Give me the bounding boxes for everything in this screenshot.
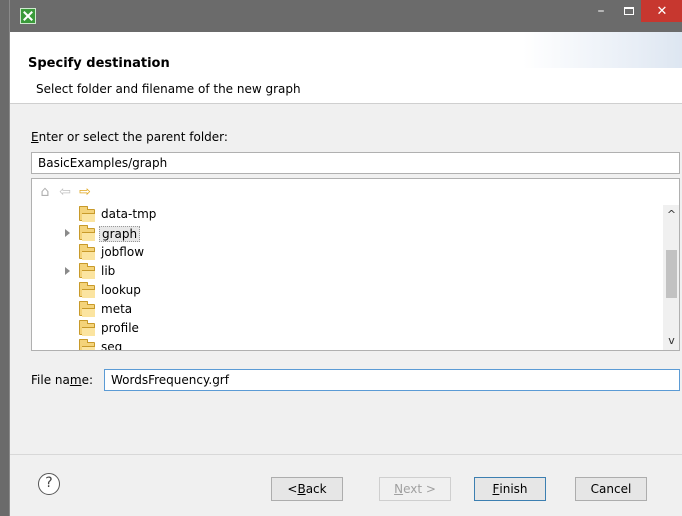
maximize-button[interactable] <box>616 0 642 22</box>
tree-item-label: graph <box>99 226 141 242</box>
tree-item-jobflow[interactable]: jobflow <box>32 243 660 262</box>
wizard-header: Specify destination Select folder and fi… <box>10 32 682 104</box>
back-button-pre: < <box>287 482 298 496</box>
page-title: Specify destination <box>28 56 170 71</box>
tree-item-seq[interactable]: seq <box>32 338 660 351</box>
scroll-thumb[interactable] <box>666 250 677 298</box>
next-button-post: ext > <box>403 482 436 496</box>
tree-list: data-tmp graph jobflow lib lookup meta p… <box>32 205 660 351</box>
parent-folder-label-text: nter or select the parent folder: <box>38 130 228 144</box>
file-name-label-mnemonic: m <box>69 373 82 387</box>
minimize-button[interactable]: – <box>588 0 614 22</box>
finish-button-mnemonic: F <box>492 482 500 496</box>
folder-icon <box>79 206 95 222</box>
folder-icon <box>79 263 95 279</box>
back-button-mnemonic: B <box>297 482 306 496</box>
header-banner-graphic <box>523 32 682 68</box>
folder-icon <box>79 225 95 241</box>
finish-button-post: inish <box>499 482 528 496</box>
back-arrow-icon[interactable]: ⇦ <box>57 184 73 200</box>
tree-item-label: profile <box>101 321 139 335</box>
home-icon[interactable]: ⌂ <box>37 184 53 200</box>
folder-tree[interactable]: ⌂ ⇦ ⇨ data-tmp graph jobflow lib lookup … <box>31 178 680 351</box>
app-icon <box>20 8 36 24</box>
tree-item-lookup[interactable]: lookup <box>32 281 660 300</box>
tree-item-profile[interactable]: profile <box>32 319 660 338</box>
folder-icon <box>79 320 95 336</box>
tree-item-label: seq <box>101 340 123 351</box>
tree-item-label: lookup <box>101 283 141 297</box>
help-icon[interactable]: ? <box>38 473 60 495</box>
next-button[interactable]: Next > <box>379 477 451 501</box>
next-button-mnemonic: N <box>394 482 404 496</box>
file-name-label: File name: <box>31 373 93 387</box>
maximize-icon <box>624 7 634 15</box>
tree-item-label: lib <box>101 264 116 278</box>
button-bar-separator <box>10 454 682 455</box>
back-button[interactable]: < Back <box>271 477 343 501</box>
page-description: Select folder and filename of the new gr… <box>36 82 301 96</box>
scroll-down-icon[interactable]: v <box>663 335 679 347</box>
parent-folder-label: Enter or select the parent folder: <box>31 130 228 144</box>
tree-toolbar: ⌂ ⇦ ⇨ <box>37 183 93 201</box>
tree-item-label: jobflow <box>101 245 145 259</box>
tree-item-meta[interactable]: meta <box>32 300 660 319</box>
file-name-label-pre: File na <box>31 373 70 387</box>
file-name-label-post: e: <box>81 373 93 387</box>
expand-arrow-icon[interactable] <box>65 267 70 275</box>
tree-item-lib[interactable]: lib <box>32 262 660 281</box>
tree-scrollbar[interactable]: ^ v <box>663 205 679 350</box>
back-button-post: ack <box>305 482 327 496</box>
parent-folder-label-mnemonic: E <box>31 130 39 144</box>
finish-button[interactable]: Finish <box>474 477 546 501</box>
tree-item-graph[interactable]: graph <box>32 224 660 243</box>
expand-arrow-icon[interactable] <box>65 229 70 237</box>
folder-icon <box>79 244 95 260</box>
tree-item-data-tmp[interactable]: data-tmp <box>32 205 660 224</box>
cancel-button[interactable]: Cancel <box>575 477 647 501</box>
folder-icon <box>79 301 95 317</box>
title-bar: – ✕ <box>10 0 682 32</box>
tree-item-label: data-tmp <box>101 207 157 221</box>
folder-icon <box>79 282 95 298</box>
file-name-input[interactable] <box>104 369 680 391</box>
parent-folder-input[interactable] <box>31 152 680 174</box>
dialog-window: – ✕ Specify destination Select folder an… <box>9 0 682 516</box>
tree-item-label: meta <box>101 302 133 316</box>
scroll-up-icon[interactable]: ^ <box>663 209 679 221</box>
forward-arrow-icon[interactable]: ⇨ <box>77 184 93 200</box>
folder-icon <box>79 339 95 350</box>
close-button[interactable]: ✕ <box>641 0 682 22</box>
